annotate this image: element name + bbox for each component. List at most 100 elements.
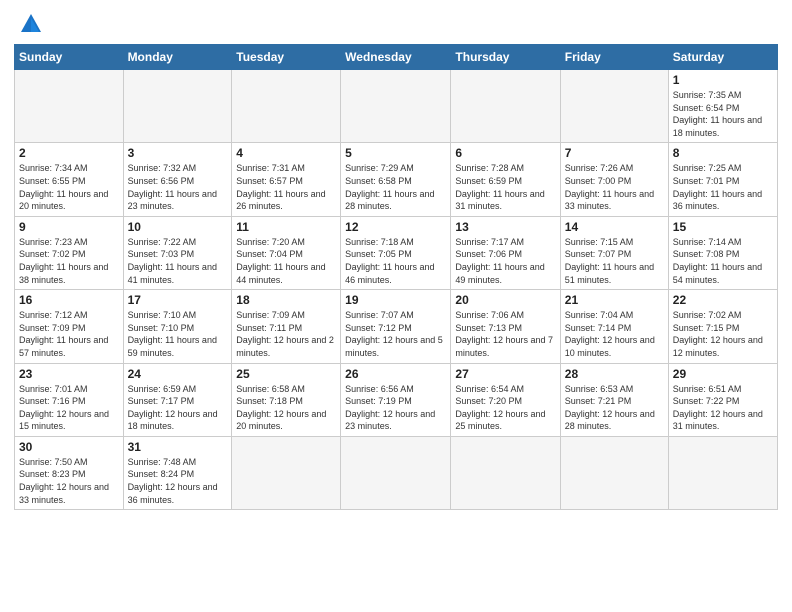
day-number: 1 (673, 73, 773, 87)
calendar-row-0: 1 Sunrise: 7:35 AM Sunset: 6:54 PM Daylig… (15, 70, 778, 143)
day-number: 15 (673, 220, 773, 234)
calendar-cell (232, 70, 341, 143)
day-info: Sunrise: 6:53 AM Sunset: 7:21 PM Dayligh… (565, 383, 664, 433)
day-info: Sunrise: 7:26 AM Sunset: 7:00 PM Dayligh… (565, 162, 664, 212)
day-info: Sunrise: 7:28 AM Sunset: 6:59 PM Dayligh… (455, 162, 555, 212)
day-info: Sunrise: 7:04 AM Sunset: 7:14 PM Dayligh… (565, 309, 664, 359)
day-number: 2 (19, 146, 119, 160)
calendar-cell: 24Sunrise: 6:59 AM Sunset: 7:17 PM Dayli… (123, 363, 232, 436)
calendar-cell: 22Sunrise: 7:02 AM Sunset: 7:15 PM Dayli… (668, 290, 777, 363)
calendar-cell (232, 436, 341, 509)
calendar-cell: 9 Sunrise: 7:23 AM Sunset: 7:02 PM Daylig… (15, 216, 124, 289)
day-info: Sunrise: 7:07 AM Sunset: 7:12 PM Dayligh… (345, 309, 446, 359)
day-number: 20 (455, 293, 555, 307)
day-number: 23 (19, 367, 119, 381)
day-number: 7 (565, 146, 664, 160)
day-number: 9 (19, 220, 119, 234)
day-info: Sunrise: 7:22 AM Sunset: 7:03 PM Dayligh… (128, 236, 228, 286)
header (14, 10, 778, 38)
day-number: 10 (128, 220, 228, 234)
day-info: Sunrise: 7:48 AM Sunset: 8:24 PM Dayligh… (128, 456, 228, 506)
day-number: 29 (673, 367, 773, 381)
calendar-cell: 30Sunrise: 7:50 AM Sunset: 8:23 PM Dayli… (15, 436, 124, 509)
calendar-cell: 7 Sunrise: 7:26 AM Sunset: 7:00 PM Daylig… (560, 143, 668, 216)
calendar-cell: 25 Sunrise: 6:58 AM Sunset: 7:18 PM Dayli… (232, 363, 341, 436)
calendar-cell: 12Sunrise: 7:18 AM Sunset: 7:05 PM Dayli… (341, 216, 451, 289)
weekday-wednesday: Wednesday (341, 45, 451, 70)
calendar-cell: 27 Sunrise: 6:54 AM Sunset: 7:20 PM Dayli… (451, 363, 560, 436)
calendar-cell: 2 Sunrise: 7:34 AM Sunset: 6:55 PM Daylig… (15, 143, 124, 216)
day-info: Sunrise: 6:56 AM Sunset: 7:19 PM Dayligh… (345, 383, 446, 433)
day-number: 5 (345, 146, 446, 160)
day-number: 16 (19, 293, 119, 307)
day-info: Sunrise: 6:58 AM Sunset: 7:18 PM Dayligh… (236, 383, 336, 433)
logo (14, 10, 45, 38)
calendar-cell (451, 436, 560, 509)
calendar-cell (15, 70, 124, 143)
weekday-thursday: Thursday (451, 45, 560, 70)
day-info: Sunrise: 7:50 AM Sunset: 8:23 PM Dayligh… (19, 456, 119, 506)
calendar-cell: 8 Sunrise: 7:25 AM Sunset: 7:01 PM Daylig… (668, 143, 777, 216)
day-number: 11 (236, 220, 336, 234)
calendar-cell (341, 70, 451, 143)
weekday-tuesday: Tuesday (232, 45, 341, 70)
calendar-row-4: 23 Sunrise: 7:01 AM Sunset: 7:16 PM Dayli… (15, 363, 778, 436)
calendar-cell: 13 Sunrise: 7:17 AM Sunset: 7:06 PM Dayli… (451, 216, 560, 289)
day-number: 27 (455, 367, 555, 381)
calendar-table: SundayMondayTuesdayWednesdayThursdayFrid… (14, 44, 778, 510)
day-info: Sunrise: 7:12 AM Sunset: 7:09 PM Dayligh… (19, 309, 119, 359)
day-info: Sunrise: 7:20 AM Sunset: 7:04 PM Dayligh… (236, 236, 336, 286)
day-info: Sunrise: 7:23 AM Sunset: 7:02 PM Dayligh… (19, 236, 119, 286)
calendar-cell: 20Sunrise: 7:06 AM Sunset: 7:13 PM Dayli… (451, 290, 560, 363)
day-info: Sunrise: 7:34 AM Sunset: 6:55 PM Dayligh… (19, 162, 119, 212)
day-number: 19 (345, 293, 446, 307)
day-info: Sunrise: 7:35 AM Sunset: 6:54 PM Dayligh… (673, 89, 773, 139)
calendar-cell (451, 70, 560, 143)
day-info: Sunrise: 7:01 AM Sunset: 7:16 PM Dayligh… (19, 383, 119, 433)
day-number: 6 (455, 146, 555, 160)
logo-icon (17, 10, 45, 38)
day-number: 26 (345, 367, 446, 381)
calendar-cell: 16 Sunrise: 7:12 AM Sunset: 7:09 PM Dayli… (15, 290, 124, 363)
calendar-cell: 26 Sunrise: 6:56 AM Sunset: 7:19 PM Dayli… (341, 363, 451, 436)
day-info: Sunrise: 7:15 AM Sunset: 7:07 PM Dayligh… (565, 236, 664, 286)
weekday-friday: Friday (560, 45, 668, 70)
day-number: 13 (455, 220, 555, 234)
calendar-row-3: 16 Sunrise: 7:12 AM Sunset: 7:09 PM Dayli… (15, 290, 778, 363)
day-info: Sunrise: 6:54 AM Sunset: 7:20 PM Dayligh… (455, 383, 555, 433)
day-info: Sunrise: 7:32 AM Sunset: 6:56 PM Dayligh… (128, 162, 228, 212)
weekday-sunday: Sunday (15, 45, 124, 70)
day-info: Sunrise: 7:25 AM Sunset: 7:01 PM Dayligh… (673, 162, 773, 212)
calendar-cell (668, 436, 777, 509)
day-info: Sunrise: 7:02 AM Sunset: 7:15 PM Dayligh… (673, 309, 773, 359)
calendar-cell: 23 Sunrise: 7:01 AM Sunset: 7:16 PM Dayli… (15, 363, 124, 436)
day-number: 25 (236, 367, 336, 381)
calendar-cell: 19 Sunrise: 7:07 AM Sunset: 7:12 PM Dayli… (341, 290, 451, 363)
calendar-cell: 5 Sunrise: 7:29 AM Sunset: 6:58 PM Daylig… (341, 143, 451, 216)
calendar-cell (123, 70, 232, 143)
day-info: Sunrise: 7:09 AM Sunset: 7:11 PM Dayligh… (236, 309, 336, 359)
calendar-cell: 28Sunrise: 6:53 AM Sunset: 7:21 PM Dayli… (560, 363, 668, 436)
calendar-cell: 15Sunrise: 7:14 AM Sunset: 7:08 PM Dayli… (668, 216, 777, 289)
calendar-row-1: 2 Sunrise: 7:34 AM Sunset: 6:55 PM Daylig… (15, 143, 778, 216)
calendar-cell: 18 Sunrise: 7:09 AM Sunset: 7:11 PM Dayli… (232, 290, 341, 363)
day-info: Sunrise: 7:10 AM Sunset: 7:10 PM Dayligh… (128, 309, 228, 359)
day-info: Sunrise: 6:51 AM Sunset: 7:22 PM Dayligh… (673, 383, 773, 433)
calendar-row-5: 30Sunrise: 7:50 AM Sunset: 8:23 PM Dayli… (15, 436, 778, 509)
weekday-header-row: SundayMondayTuesdayWednesdayThursdayFrid… (15, 45, 778, 70)
calendar-cell: 29 Sunrise: 6:51 AM Sunset: 7:22 PM Dayli… (668, 363, 777, 436)
page: SundayMondayTuesdayWednesdayThursdayFrid… (0, 0, 792, 612)
calendar-cell: 11 Sunrise: 7:20 AM Sunset: 7:04 PM Dayli… (232, 216, 341, 289)
calendar-cell: 14Sunrise: 7:15 AM Sunset: 7:07 PM Dayli… (560, 216, 668, 289)
weekday-saturday: Saturday (668, 45, 777, 70)
calendar-cell: 3Sunrise: 7:32 AM Sunset: 6:56 PM Daylig… (123, 143, 232, 216)
day-info: Sunrise: 7:17 AM Sunset: 7:06 PM Dayligh… (455, 236, 555, 286)
calendar-cell: 10 Sunrise: 7:22 AM Sunset: 7:03 PM Dayli… (123, 216, 232, 289)
day-number: 8 (673, 146, 773, 160)
day-info: Sunrise: 7:29 AM Sunset: 6:58 PM Dayligh… (345, 162, 446, 212)
day-number: 18 (236, 293, 336, 307)
day-info: Sunrise: 7:31 AM Sunset: 6:57 PM Dayligh… (236, 162, 336, 212)
day-number: 17 (128, 293, 228, 307)
calendar-cell: 21 Sunrise: 7:04 AM Sunset: 7:14 PM Dayli… (560, 290, 668, 363)
day-number: 21 (565, 293, 664, 307)
